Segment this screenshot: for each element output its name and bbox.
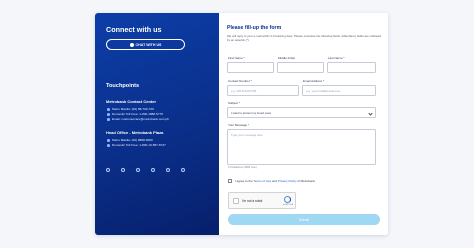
email-placeholder: e.g. youremail@email.com (306, 88, 341, 93)
chat-icon (129, 42, 134, 47)
agree-suffix: of Metrobank. (296, 179, 316, 183)
phone-icon (107, 139, 110, 142)
form-title: Please fill-up the form (227, 25, 282, 31)
email-input[interactable]: e.g. youremail@email.com (302, 85, 376, 96)
subject-value: I want to protect my loved ones (231, 110, 272, 115)
subject-select[interactable]: I want to protect my loved ones (227, 107, 376, 118)
phone-icon (107, 108, 110, 111)
contact-number-input[interactable]: e.g. 09171234X766 (227, 85, 299, 96)
first-name-input[interactable] (227, 62, 274, 73)
middle-initial-label: Middle Initial (278, 56, 295, 60)
recaptcha-widget: I'm not a robot reCAPTCHA (228, 192, 296, 209)
contact-center-title: Metrobank Contact Center (106, 99, 157, 104)
last-name-input[interactable] (327, 62, 376, 73)
recaptcha-brand: reCAPTCHA (282, 204, 293, 206)
contact-center-line: Metro Manila: (02) 88-700-700 (112, 107, 154, 111)
email-label: Email Address * (303, 79, 325, 83)
chevron-down-icon (368, 110, 373, 116)
facebook-icon[interactable] (106, 168, 110, 172)
contact-number-placeholder: e.g. 09171234X766 (231, 88, 257, 93)
contact-center-line: Domestic Toll Free: 1-800-1888-5775 (112, 112, 164, 116)
instagram-icon[interactable] (181, 168, 185, 172)
agree-prefix: I agree to the (235, 179, 254, 183)
head-office-line: Metro Manila: (02) 8898-8000 (112, 138, 153, 142)
chat-with-us-button[interactable]: CHAT WITH US (106, 39, 185, 50)
privacy-link[interactable]: Privacy Policy (278, 179, 297, 183)
message-textarea[interactable]: Type your message here (227, 129, 376, 165)
recaptcha-logo-icon (284, 196, 291, 203)
terms-link[interactable]: Terms of Use (253, 179, 271, 183)
contact-center-line[interactable]: Email: customercare@metrobank.com.ph (112, 117, 169, 121)
middle-initial-input[interactable] (277, 62, 324, 73)
viber-icon[interactable] (166, 168, 170, 172)
character-counter: 0 Characters (3000 max) (228, 166, 257, 169)
social-links (106, 168, 185, 172)
connect-title: Connect with us (106, 25, 162, 34)
touchpoints-title: Touchpoints (106, 83, 140, 89)
recaptcha-checkbox[interactable] (233, 198, 239, 204)
connect-panel: Connect with us CHAT WITH US Touchpoints… (95, 13, 219, 235)
form-intro: We will reply to your e-mail within 2-3 … (227, 34, 382, 42)
head-office-title: Head Office - Metrobank Plaza (106, 130, 164, 135)
message-label: Your Message * (228, 123, 250, 127)
contact-number-label: Contact Number * (228, 79, 252, 83)
phone-icon (107, 144, 110, 147)
phone-icon (107, 113, 110, 116)
last-name-label: Last Name * (328, 56, 345, 60)
message-placeholder: Type your message here (231, 133, 263, 137)
subject-label: Subject * (228, 101, 241, 105)
linkedin-icon[interactable] (151, 168, 155, 172)
agree-text: I agree to the Terms of Use and Privacy … (235, 179, 316, 183)
recaptcha-label: I'm not a robot (242, 199, 263, 203)
chat-button-label: CHAT WITH US (135, 42, 162, 47)
youtube-icon[interactable] (136, 168, 140, 172)
mail-icon (107, 118, 110, 121)
twitter-icon[interactable] (121, 168, 125, 172)
submit-button[interactable]: Submit (228, 214, 380, 225)
head-office-line: Domestic Toll Free: 1-800-10-857-8727 (112, 143, 166, 147)
first-name-label: First Name * (228, 56, 245, 60)
agree-and: and (271, 179, 278, 183)
agree-checkbox[interactable] (228, 179, 232, 183)
